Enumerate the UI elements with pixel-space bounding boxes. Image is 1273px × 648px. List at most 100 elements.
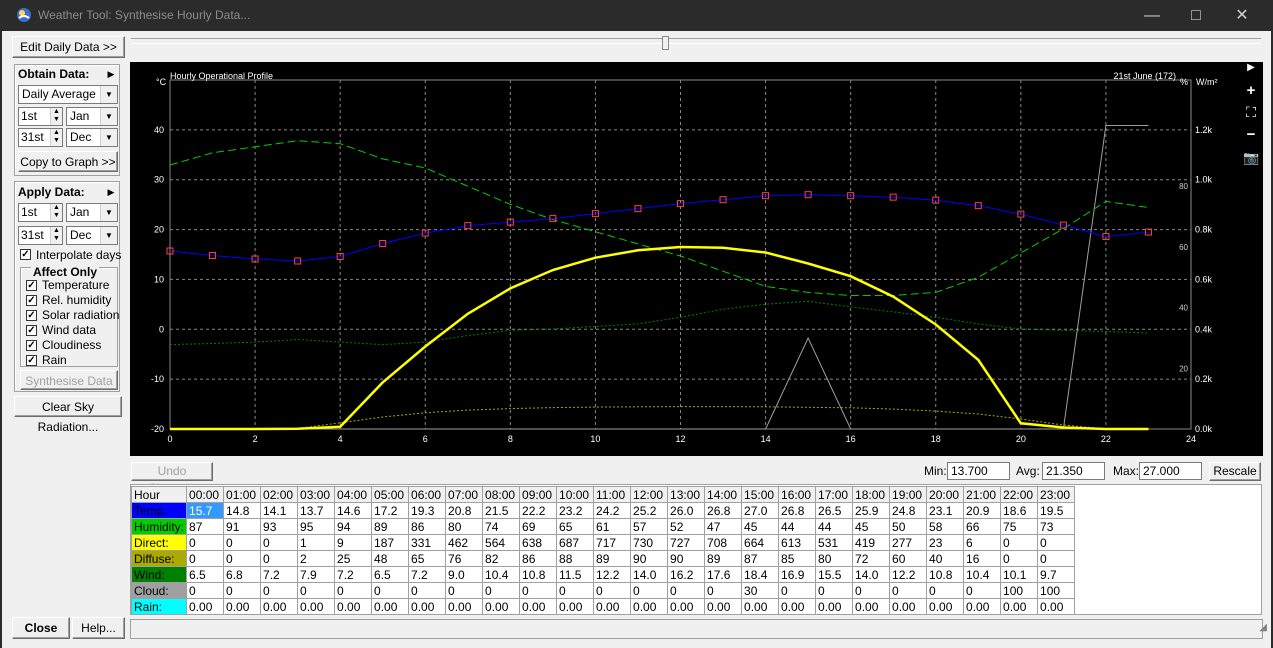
grid-cell[interactable]: 7.2 <box>334 566 373 583</box>
grid-cell[interactable]: 86 <box>519 550 558 567</box>
grid-cell[interactable]: 0.00 <box>926 598 965 615</box>
grid-cell[interactable]: 0 <box>704 582 743 599</box>
obtain-to-month-select[interactable]: Dec ▼ <box>66 128 118 147</box>
obtain-from-day-spinner[interactable]: 1st ▲ ▼ <box>18 107 63 126</box>
grid-cell[interactable]: 44 <box>815 518 854 535</box>
camera-icon[interactable]: 📷 <box>1243 150 1259 166</box>
row-header[interactable]: Direct: <box>130 534 188 551</box>
avg-field[interactable]: 21.350 <box>1042 462 1105 480</box>
grid-cell[interactable]: 638 <box>519 534 558 551</box>
hour-header-10[interactable]: 10:00 <box>556 486 595 503</box>
solar-radiation-checkbox[interactable]: ✓ <box>26 310 37 321</box>
grid-cell[interactable]: 14.8 <box>223 502 262 519</box>
grid-cell[interactable]: 6 <box>963 534 1002 551</box>
help-button[interactable]: Help... <box>72 617 125 639</box>
row-header[interactable]: Humidity: <box>130 518 188 535</box>
zoom-out-icon[interactable]: − <box>1243 126 1259 143</box>
grid-cell[interactable]: 0.00 <box>778 598 817 615</box>
grid-cell[interactable]: 6.5 <box>186 566 225 583</box>
hour-header-6[interactable]: 06:00 <box>408 486 447 503</box>
grid-cell[interactable]: 0.00 <box>963 598 1002 615</box>
spinner-arrows-icon[interactable]: ▲ ▼ <box>50 129 62 146</box>
grid-cell[interactable]: 0 <box>334 582 373 599</box>
hour-header-11[interactable]: 11:00 <box>593 486 632 503</box>
close-button[interactable]: Close <box>12 617 70 639</box>
apply-menu-arrow-icon[interactable]: ▶ <box>104 185 118 199</box>
grid-cell[interactable]: 14.6 <box>334 502 373 519</box>
edit-daily-data-button[interactable]: Edit Daily Data >> <box>12 36 125 58</box>
grid-cell[interactable]: 687 <box>556 534 595 551</box>
grid-cell[interactable]: 0 <box>482 582 521 599</box>
grid-cell[interactable]: 20.8 <box>445 502 484 519</box>
grid-cell[interactable]: 89 <box>371 518 410 535</box>
spinner-arrows-icon[interactable]: ▲ ▼ <box>50 108 62 125</box>
hour-header-4[interactable]: 04:00 <box>334 486 373 503</box>
grid-cell[interactable]: 6.8 <box>223 566 262 583</box>
grid-cell[interactable]: 85 <box>778 550 817 567</box>
grid-cell[interactable]: 0 <box>630 582 669 599</box>
grid-cell[interactable]: 100 <box>1037 582 1076 599</box>
hour-header-21[interactable]: 21:00 <box>963 486 1002 503</box>
grid-cell[interactable]: 0.00 <box>704 598 743 615</box>
grid-cell[interactable]: 90 <box>667 550 706 567</box>
grid-cell[interactable]: 2 <box>297 550 336 567</box>
grid-cell[interactable]: 100 <box>1000 582 1039 599</box>
grid-cell[interactable]: 26.0 <box>667 502 706 519</box>
grid-cell[interactable]: 25 <box>334 550 373 567</box>
grid-cell[interactable]: 19.3 <box>408 502 447 519</box>
hour-header-9[interactable]: 09:00 <box>519 486 558 503</box>
grid-cell[interactable]: 30 <box>741 582 780 599</box>
hour-header-13[interactable]: 13:00 <box>667 486 706 503</box>
obtain-mode-select[interactable]: Daily Average ▼ <box>18 85 118 104</box>
zoom-slider-track[interactable] <box>131 38 1261 44</box>
grid-cell[interactable]: 16 <box>963 550 1002 567</box>
max-field[interactable]: 27.000 <box>1139 462 1202 480</box>
grid-cell[interactable]: 20.9 <box>963 502 1002 519</box>
apply-from-month-select[interactable]: Jan ▼ <box>66 203 118 222</box>
grid-cell[interactable]: 93 <box>260 518 299 535</box>
grid-cell[interactable]: 0 <box>889 582 928 599</box>
grid-cell[interactable]: 0 <box>778 582 817 599</box>
grid-cell[interactable]: 52 <box>667 518 706 535</box>
grid-cell[interactable]: 15.5 <box>815 566 854 583</box>
row-header[interactable]: Temp. <box>130 502 188 519</box>
spinner-arrows-icon[interactable]: ▲ ▼ <box>50 227 62 244</box>
grid-cell[interactable]: 17.2 <box>371 502 410 519</box>
grid-cell[interactable]: 44 <box>778 518 817 535</box>
minimize-icon[interactable]: — <box>1129 0 1175 31</box>
grid-cell[interactable]: 12.2 <box>889 566 928 583</box>
grid-cell[interactable]: 0 <box>963 582 1002 599</box>
grid-cell[interactable]: 15.7 <box>186 502 225 519</box>
grid-cell[interactable]: 95 <box>297 518 336 535</box>
grid-cell[interactable]: 9.0 <box>445 566 484 583</box>
clear-sky-radiation-button[interactable]: Clear Sky Radiation... <box>14 396 122 434</box>
resize-grip-icon[interactable]: ◢ <box>1259 622 1267 633</box>
grid-cell[interactable]: 10.1 <box>1000 566 1039 583</box>
grid-cell[interactable]: 26.8 <box>704 502 743 519</box>
grid-cell[interactable]: 0.00 <box>445 598 484 615</box>
grid-cell[interactable]: 187 <box>371 534 410 551</box>
grid-cell[interactable]: 277 <box>889 534 928 551</box>
grid-cell[interactable]: 40 <box>926 550 965 567</box>
interpolate-checkbox[interactable]: ✓ <box>20 249 31 260</box>
fit-extents-icon[interactable]: ⛶ <box>1243 104 1259 121</box>
grid-cell[interactable]: 89 <box>704 550 743 567</box>
grid-cell[interactable]: 0 <box>223 550 262 567</box>
grid-cell[interactable]: 0.00 <box>556 598 595 615</box>
grid-cell[interactable]: 24.8 <box>889 502 928 519</box>
grid-cell[interactable]: 0.00 <box>371 598 410 615</box>
grid-cell[interactable]: 50 <box>889 518 928 535</box>
grid-cell[interactable]: 86 <box>408 518 447 535</box>
grid-cell[interactable]: 14.1 <box>260 502 299 519</box>
grid-cell[interactable]: 76 <box>445 550 484 567</box>
grid-cell[interactable]: 708 <box>704 534 743 551</box>
grid-cell[interactable]: 80 <box>445 518 484 535</box>
grid-cell[interactable]: 419 <box>852 534 891 551</box>
grid-cell[interactable]: 18.6 <box>1000 502 1039 519</box>
grid-cell[interactable]: 94 <box>334 518 373 535</box>
grid-cell[interactable]: 727 <box>667 534 706 551</box>
grid-cell[interactable]: 69 <box>519 518 558 535</box>
grid-cell[interactable]: 12.2 <box>593 566 632 583</box>
grid-cell[interactable]: 0 <box>186 582 225 599</box>
grid-cell[interactable]: 45 <box>741 518 780 535</box>
